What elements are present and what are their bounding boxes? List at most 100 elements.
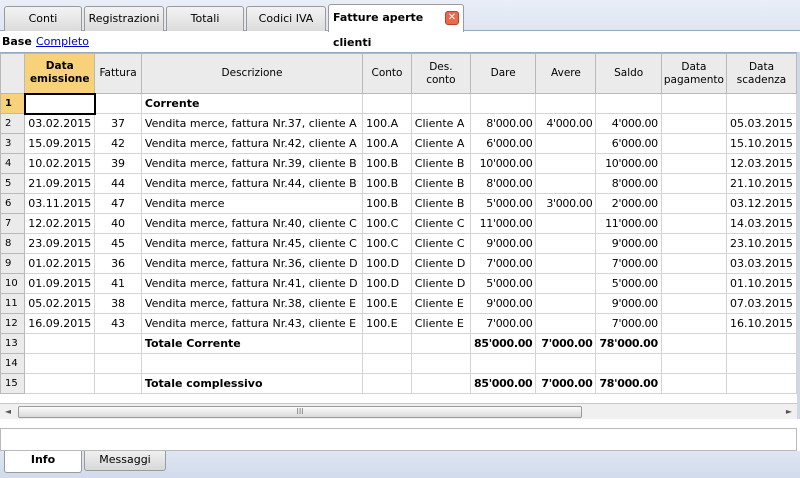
cell-avere[interactable]: 4'000.00 xyxy=(535,113,597,134)
cell-data-pagamento[interactable] xyxy=(660,213,727,234)
row-number[interactable]: 5 xyxy=(0,173,26,194)
tab-codici-iva[interactable]: Codici IVA xyxy=(246,6,326,31)
cell-fattura[interactable] xyxy=(94,93,142,114)
cell-descrizione[interactable]: Vendita merce, fattura Nr.39, cliente B xyxy=(140,153,364,174)
cell-descrizione[interactable]: Vendita merce, fattura Nr.45, cliente C xyxy=(140,233,364,254)
cell-data-pagamento[interactable] xyxy=(660,293,727,314)
cell-data-pagamento[interactable] xyxy=(660,373,727,394)
cell-data-scadenza[interactable]: 23.10.2015 xyxy=(725,233,797,254)
cell-saldo[interactable]: 10'000.00 xyxy=(595,153,662,174)
row-number[interactable]: 15 xyxy=(0,373,26,394)
cell-fattura[interactable] xyxy=(94,373,142,394)
row-number[interactable]: 4 xyxy=(0,153,26,174)
cell-avere[interactable] xyxy=(535,253,597,274)
cell-conto[interactable]: 100.C xyxy=(362,213,412,234)
cell-dare[interactable]: 5'000.00 xyxy=(469,273,537,294)
cell-descrizione[interactable]: Vendita merce, fattura Nr.42, cliente A xyxy=(140,133,364,154)
tab-conti[interactable]: Conti xyxy=(4,6,82,31)
cell-dare[interactable]: 8'000.00 xyxy=(469,173,537,194)
row-number[interactable]: 3 xyxy=(0,133,26,154)
cell-des-conto[interactable]: Cliente B xyxy=(410,193,471,214)
cell-des-conto[interactable] xyxy=(410,373,471,394)
cell-data-emissione[interactable] xyxy=(24,373,96,394)
cell-dare[interactable] xyxy=(469,353,537,374)
corner-cell[interactable] xyxy=(0,53,26,94)
cell-descrizione[interactable]: Totale complessivo xyxy=(140,373,364,394)
cell-des-conto[interactable]: Cliente D xyxy=(410,253,471,274)
cell-conto[interactable]: 100.D xyxy=(362,273,412,294)
cell-data-emissione[interactable]: 23.09.2015 xyxy=(24,233,96,254)
row-number[interactable]: 13 xyxy=(0,333,26,354)
cell-data-scadenza[interactable]: 07.03.2015 xyxy=(725,293,797,314)
cell-fattura[interactable]: 44 xyxy=(94,173,142,194)
cell-data-emissione[interactable] xyxy=(24,333,96,354)
cell-data-scadenza[interactable]: 16.10.2015 xyxy=(725,313,797,334)
row-number[interactable]: 12 xyxy=(0,313,26,334)
cell-dare[interactable]: 85'000.00 xyxy=(469,373,537,394)
cell-data-emissione[interactable] xyxy=(24,353,96,374)
cell-des-conto[interactable] xyxy=(410,93,471,114)
cell-avere[interactable] xyxy=(535,173,597,194)
cell-saldo[interactable]: 11'000.00 xyxy=(595,213,662,234)
row-number[interactable]: 7 xyxy=(0,213,26,234)
cell-avere[interactable] xyxy=(535,93,597,114)
cell-data-scadenza[interactable]: 03.12.2015 xyxy=(725,193,797,214)
cell-saldo[interactable]: 78'000.00 xyxy=(595,333,662,354)
tab-messaggi[interactable]: Messaggi xyxy=(84,451,166,471)
col-header-data-pagamento[interactable]: Data pagamento xyxy=(660,53,727,94)
cell-saldo[interactable]: 78'000.00 xyxy=(595,373,662,394)
cell-data-pagamento[interactable] xyxy=(660,353,727,374)
cell-data-scadenza[interactable] xyxy=(725,353,797,374)
row-number[interactable]: 8 xyxy=(0,233,26,254)
cell-dare[interactable]: 5'000.00 xyxy=(469,193,537,214)
cell-saldo[interactable]: 8'000.00 xyxy=(595,173,662,194)
cell-dare[interactable]: 8'000.00 xyxy=(469,113,537,134)
cell-fattura[interactable]: 45 xyxy=(94,233,142,254)
cell-avere[interactable] xyxy=(535,353,597,374)
view-base[interactable]: Base xyxy=(2,33,32,51)
cell-conto[interactable]: 100.B xyxy=(362,193,412,214)
cell-des-conto[interactable]: Cliente E xyxy=(410,293,471,314)
cell-data-pagamento[interactable] xyxy=(660,273,727,294)
tab-info[interactable]: Info xyxy=(4,451,82,473)
col-header-data-scadenza[interactable]: Data scadenza xyxy=(725,53,797,94)
cell-des-conto[interactable]: Cliente E xyxy=(410,313,471,334)
col-header-dare[interactable]: Dare xyxy=(469,53,537,94)
cell-dare[interactable] xyxy=(469,93,537,114)
cell-fattura[interactable]: 40 xyxy=(94,213,142,234)
cell-conto[interactable]: 100.E xyxy=(362,313,412,334)
cell-saldo[interactable]: 7'000.00 xyxy=(595,313,662,334)
cell-dare[interactable]: 9'000.00 xyxy=(469,293,537,314)
cell-fattura[interactable]: 42 xyxy=(94,133,142,154)
cell-avere[interactable] xyxy=(535,233,597,254)
cell-saldo[interactable]: 6'000.00 xyxy=(595,133,662,154)
cell-des-conto[interactable] xyxy=(410,353,471,374)
cell-data-emissione[interactable]: 12.02.2015 xyxy=(24,213,96,234)
cell-data-emissione[interactable]: 05.02.2015 xyxy=(24,293,96,314)
cell-descrizione[interactable]: Vendita merce xyxy=(140,193,364,214)
row-number[interactable]: 14 xyxy=(0,353,26,374)
cell-des-conto[interactable]: Cliente A xyxy=(410,133,471,154)
cell-data-pagamento[interactable] xyxy=(660,333,727,354)
cell-data-pagamento[interactable] xyxy=(660,253,727,274)
cell-avere[interactable] xyxy=(535,133,597,154)
cell-des-conto[interactable]: Cliente A xyxy=(410,113,471,134)
cell-avere[interactable] xyxy=(535,213,597,234)
cell-data-emissione[interactable]: 16.09.2015 xyxy=(24,313,96,334)
close-icon[interactable]: ✕ xyxy=(445,11,459,25)
cell-dare[interactable]: 9'000.00 xyxy=(469,233,537,254)
col-header-avere[interactable]: Avere xyxy=(535,53,597,94)
cell-data-emissione[interactable]: 03.02.2015 xyxy=(24,113,96,134)
cell-fattura[interactable]: 38 xyxy=(94,293,142,314)
cell-dare[interactable]: 7'000.00 xyxy=(469,313,537,334)
cell-dare[interactable]: 6'000.00 xyxy=(469,133,537,154)
col-header-fattura[interactable]: Fattura xyxy=(94,53,142,94)
cell-descrizione[interactable]: Vendita merce, fattura Nr.40, cliente C xyxy=(140,213,364,234)
cell-descrizione[interactable]: Vendita merce, fattura Nr.44, cliente B xyxy=(140,173,364,194)
cell-data-emissione[interactable]: 15.09.2015 xyxy=(24,133,96,154)
cell-descrizione[interactable] xyxy=(140,353,364,374)
tab-totali[interactable]: Totali xyxy=(166,6,244,31)
cell-avere[interactable]: 7'000.00 xyxy=(535,333,597,354)
col-header-data-emissione[interactable]: Data emissione xyxy=(24,53,96,94)
row-number[interactable]: 2 xyxy=(0,113,26,134)
